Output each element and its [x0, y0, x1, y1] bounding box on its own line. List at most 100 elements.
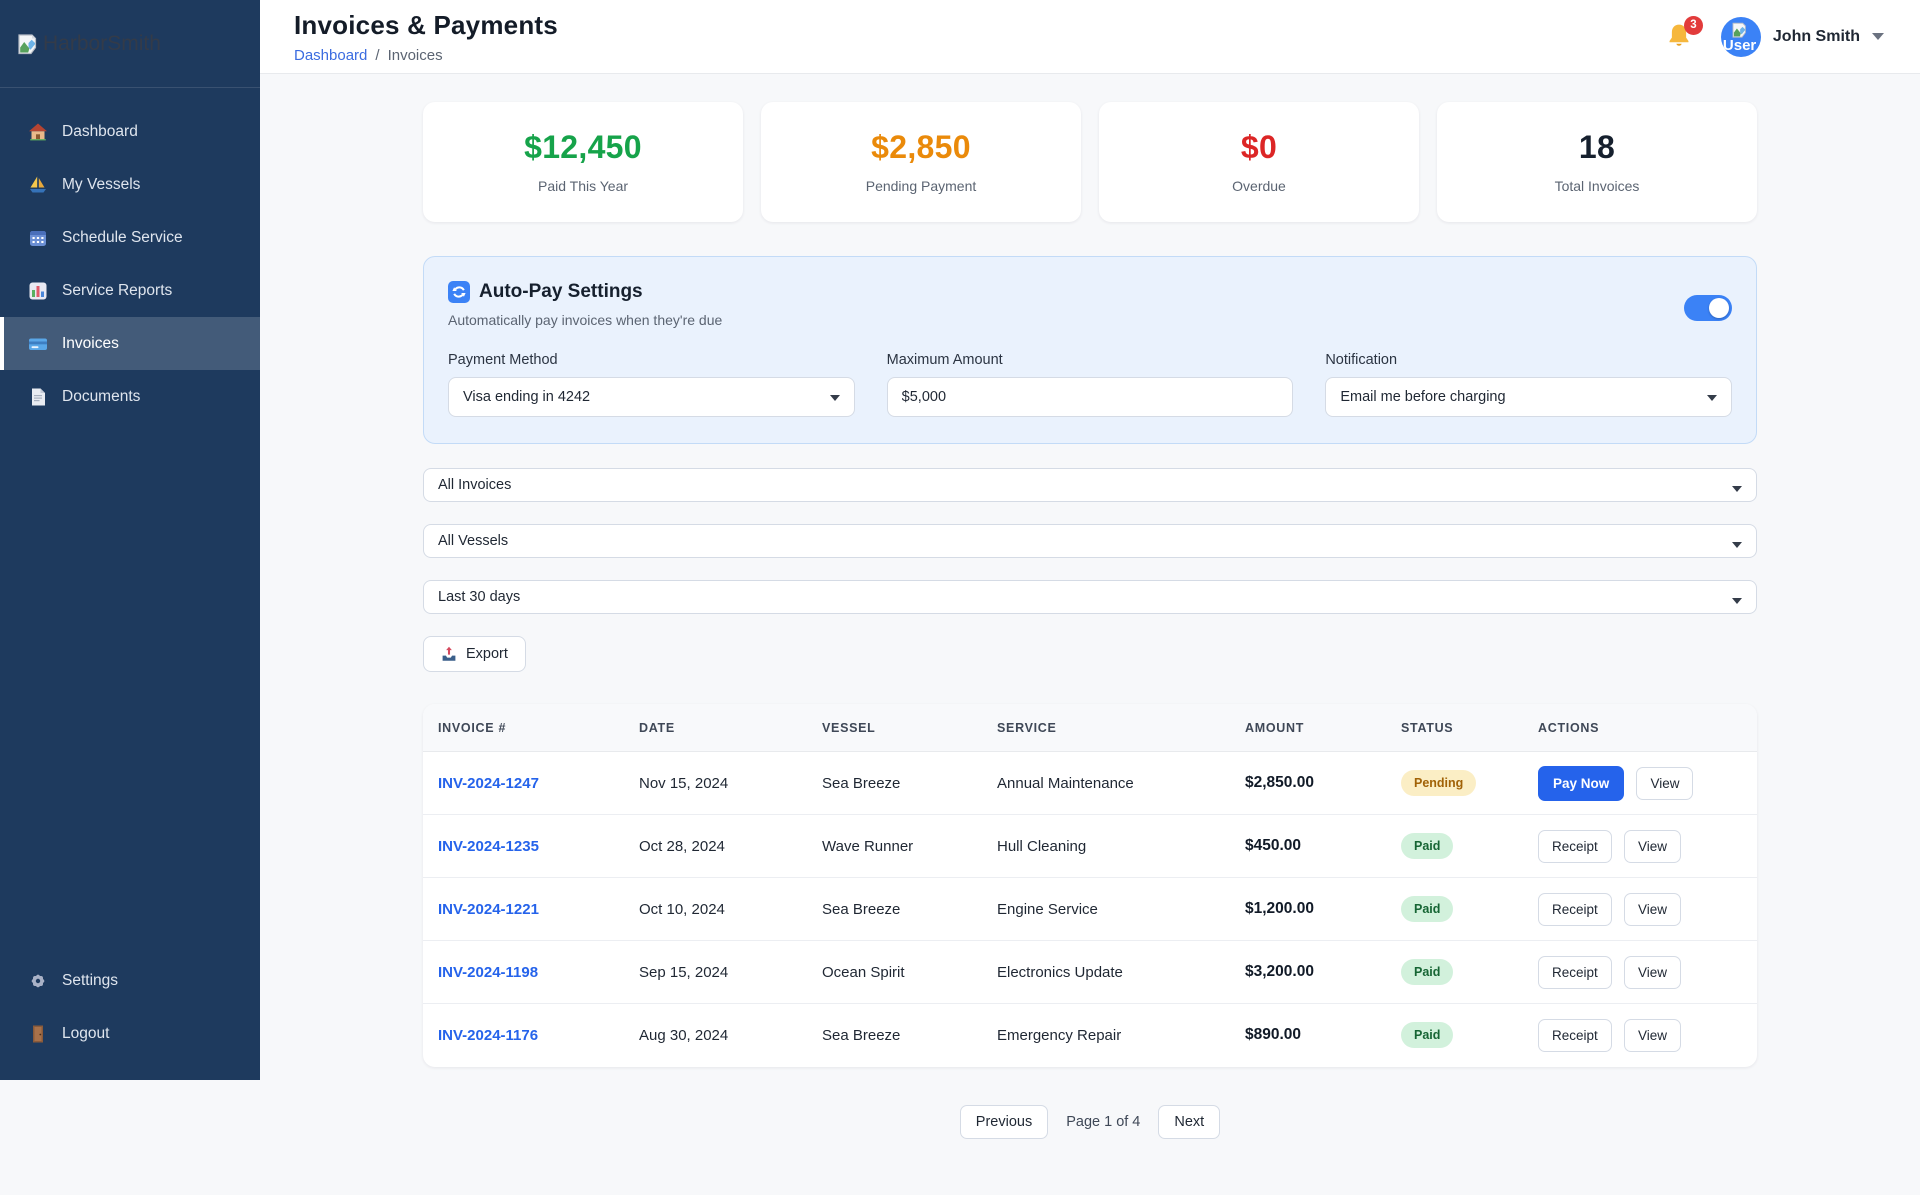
col-actions: ACTIONS	[1523, 704, 1757, 752]
view-button[interactable]: View	[1623, 955, 1681, 989]
invoice-status-filter-select[interactable]: All Invoices	[423, 468, 1757, 502]
sidebar-nav: Dashboard My Vessels Schedule Service Se…	[0, 88, 260, 423]
door-icon	[28, 1024, 48, 1044]
col-vessel: VESSEL	[807, 704, 982, 752]
export-label: Export	[466, 646, 508, 662]
sidebar-item-label: Documents	[62, 387, 141, 405]
invoice-service: Annual Maintenance	[982, 751, 1230, 815]
vessel-filter-value: All Vessels	[438, 533, 509, 549]
logo-alt-text: HarborSmith	[43, 31, 161, 55]
sidebar-item-my-vessels[interactable]: My Vessels	[0, 158, 260, 211]
stat-value: 18	[1578, 129, 1616, 165]
notification-label: Notification	[1325, 352, 1398, 368]
maximum-amount-input[interactable]	[886, 377, 1294, 417]
stat-label: Paid This Year	[537, 178, 629, 194]
receipt-button[interactable]: Receipt	[1538, 955, 1612, 989]
sidebar-item-logout[interactable]: Logout	[0, 1007, 260, 1060]
credit-card-icon	[28, 334, 48, 354]
user-menu[interactable]: User John Smith	[1720, 16, 1884, 57]
invoice-amount: $450.00	[1230, 814, 1386, 878]
sidebar-item-schedule-service[interactable]: Schedule Service	[0, 211, 260, 264]
stat-value: $12,450	[524, 129, 642, 165]
gear-icon	[28, 971, 48, 991]
document-icon	[28, 387, 48, 407]
status-badge: Pending	[1401, 770, 1477, 796]
pay-now-button[interactable]: Pay Now	[1538, 765, 1625, 801]
calendar-icon	[28, 228, 48, 248]
toggle-knob	[1709, 298, 1729, 318]
user-menu-caret-icon	[1872, 33, 1884, 40]
next-page-button[interactable]: Next	[1158, 1104, 1221, 1139]
sidebar-item-label: Invoices	[62, 334, 119, 352]
sidebar-item-service-reports[interactable]: Service Reports	[0, 264, 260, 317]
view-button[interactable]: View	[1636, 766, 1694, 800]
stat-label: Pending Payment	[865, 178, 977, 194]
invoice-link[interactable]: INV-2024-1235	[438, 838, 539, 855]
avatar-alt-text: User	[1722, 36, 1757, 54]
invoice-link[interactable]: INV-2024-1221	[438, 901, 539, 918]
view-button[interactable]: View	[1623, 1018, 1681, 1052]
invoice-amount: $2,850.00	[1230, 751, 1386, 815]
col-invoice-number: INVOICE #	[423, 704, 624, 752]
notification-select[interactable]: Email me before charging	[1325, 377, 1732, 417]
invoice-link[interactable]: INV-2024-1198	[438, 964, 538, 981]
stat-value: $2,850	[871, 129, 971, 165]
breadcrumb: Dashboard / Invoices	[294, 47, 558, 64]
status-badge: Paid	[1401, 896, 1454, 922]
date-range-filter-value: Last 30 days	[438, 589, 521, 605]
user-name: John Smith	[1772, 27, 1860, 45]
sidebar-item-invoices[interactable]: Invoices	[0, 317, 260, 370]
stat-value: $0	[1240, 129, 1278, 165]
status-badge: Paid	[1401, 833, 1454, 859]
sidebar-item-dashboard[interactable]: Dashboard	[0, 105, 260, 158]
outbox-export-icon	[441, 646, 457, 662]
previous-page-button[interactable]: Previous	[959, 1104, 1049, 1139]
sidebar-item-label: Service Reports	[62, 281, 173, 299]
sidebar-item-label: Settings	[62, 971, 119, 989]
invoice-status-filter-value: All Invoices	[438, 477, 512, 493]
table-header-row: INVOICE # DATE VESSEL SERVICE AMOUNT STA…	[423, 704, 1757, 752]
auto-pay-refresh-icon	[448, 281, 470, 303]
stat-card-paid-this-year: $12,450 Paid This Year	[423, 102, 743, 222]
vessel-filter-select[interactable]: All Vessels	[423, 524, 1757, 558]
receipt-button[interactable]: Receipt	[1538, 892, 1612, 926]
sailboat-icon	[28, 175, 48, 195]
breadcrumb-dashboard-link[interactable]: Dashboard	[294, 47, 367, 64]
export-button[interactable]: Export	[423, 636, 526, 672]
sidebar-item-label: Logout	[62, 1024, 110, 1042]
app-logo: HarborSmith	[0, 0, 260, 88]
notification-count-badge: 3	[1683, 15, 1703, 35]
sidebar-item-documents[interactable]: Documents	[0, 370, 260, 423]
autopay-toggle[interactable]	[1684, 295, 1732, 321]
autopay-title: Auto-Pay Settings	[479, 281, 643, 302]
sidebar-item-label: My Vessels	[62, 175, 141, 193]
invoice-date: Oct 10, 2024	[624, 877, 807, 941]
stat-card-total-invoices: 18 Total Invoices	[1437, 102, 1757, 222]
breadcrumb-separator: /	[375, 46, 380, 64]
autopay-settings-panel: Auto-Pay Settings Automatically pay invo…	[423, 256, 1757, 444]
broken-image-icon	[15, 32, 39, 56]
view-button[interactable]: View	[1623, 892, 1681, 926]
receipt-button[interactable]: Receipt	[1538, 829, 1612, 863]
sidebar-item-label: Schedule Service	[62, 228, 183, 246]
table-row: INV-2024-1198 Sep 15, 2024 Ocean Spirit …	[423, 940, 1757, 1004]
invoice-service: Hull Cleaning	[982, 814, 1230, 878]
bar-chart-icon	[28, 281, 48, 301]
stat-card-pending-payment: $2,850 Pending Payment	[761, 102, 1081, 222]
invoice-service: Electronics Update	[982, 940, 1230, 1004]
autopay-subtitle: Automatically pay invoices when they're …	[448, 312, 723, 328]
invoice-link[interactable]: INV-2024-1176	[438, 1027, 538, 1044]
table-row: INV-2024-1235 Oct 28, 2024 Wave Runner H…	[423, 814, 1757, 878]
invoice-amount: $1,200.00	[1230, 877, 1386, 941]
date-range-filter-select[interactable]: Last 30 days	[423, 580, 1757, 614]
payment-method-select[interactable]: Visa ending in 4242	[448, 377, 855, 417]
view-button[interactable]: View	[1623, 829, 1681, 863]
main-content: $12,450 Paid This Year $2,850 Pending Pa…	[260, 74, 1920, 1195]
notifications-button[interactable]: 3	[1665, 15, 1703, 52]
receipt-button[interactable]: Receipt	[1538, 1018, 1612, 1052]
avatar: User	[1720, 16, 1761, 57]
sidebar-item-settings[interactable]: Settings	[0, 954, 260, 1007]
page-title: Invoices & Payments	[294, 9, 558, 40]
payment-method-value: Visa ending in 4242	[463, 389, 591, 405]
invoice-link[interactable]: INV-2024-1247	[438, 775, 539, 792]
